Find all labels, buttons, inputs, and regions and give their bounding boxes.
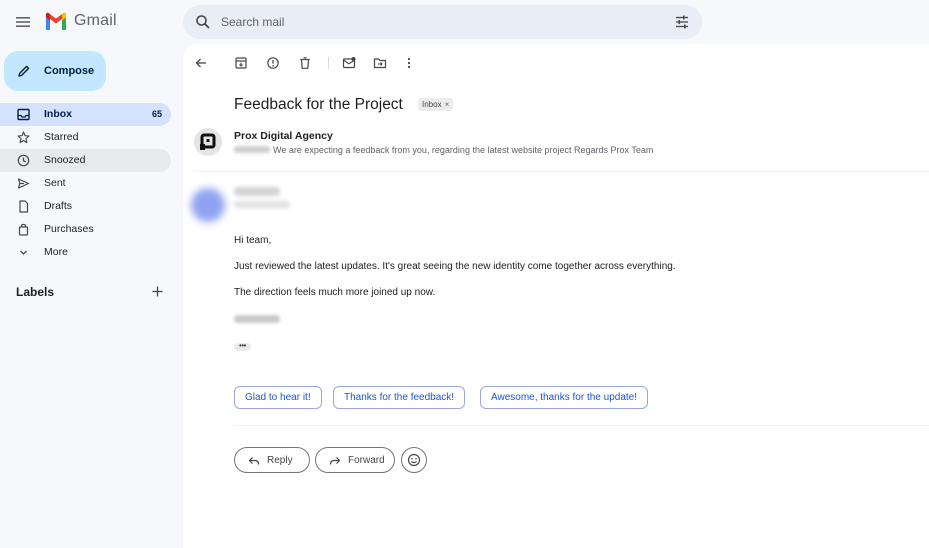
message-greeting: Hi team, — [234, 235, 272, 246]
forward-label: Forward — [348, 455, 385, 466]
redacted-signature — [234, 315, 280, 323]
gmail-logo-icon[interactable] — [44, 12, 68, 32]
message-snippet[interactable]: We are expecting a feedback from you, re… — [273, 145, 653, 155]
reply-divider — [234, 425, 929, 426]
chip-label: Inbox — [422, 100, 442, 109]
inbox-label-chip[interactable]: Inbox × — [418, 98, 454, 111]
sidebar-item-inbox[interactable]: Inbox 65 — [0, 103, 171, 126]
sidebar-nav: Inbox 65 Starred Snoozed Sent Drafts Pur — [0, 103, 171, 264]
sidebar-item-label: Starred — [44, 131, 79, 143]
compose-button[interactable]: Compose — [4, 51, 106, 91]
smart-reply-button[interactable]: Awesome, thanks for the update! — [480, 386, 649, 409]
show-trimmed-content-button[interactable]: ••• — [234, 342, 251, 351]
forward-button[interactable]: Forward — [315, 447, 395, 473]
sidebar-item-label: Sent — [44, 177, 66, 189]
mark-unread-icon[interactable] — [342, 56, 356, 70]
sidebar-item-drafts[interactable]: Drafts — [0, 195, 171, 218]
inbox-icon — [17, 108, 30, 121]
back-arrow-icon[interactable] — [194, 56, 208, 70]
smiley-icon — [407, 453, 421, 467]
sidebar-item-starred[interactable]: Starred — [0, 126, 171, 149]
emoji-reaction-button[interactable] — [401, 447, 427, 473]
smart-reply-button[interactable]: Thanks for the feedback! — [333, 386, 466, 409]
prox-logo-icon — [194, 128, 222, 156]
clock-icon — [17, 154, 30, 167]
message-body-line: Just reviewed the latest updates. It's g… — [234, 261, 676, 272]
search-icon[interactable] — [195, 14, 211, 30]
reply-label: Reply — [267, 455, 293, 466]
draft-icon — [19, 200, 29, 213]
message-pane: Feedback for the Project Inbox × Prox Di… — [183, 44, 929, 548]
forward-icon — [329, 457, 341, 465]
report-spam-icon[interactable] — [266, 56, 280, 70]
sidebar-item-sent[interactable]: Sent — [0, 172, 171, 195]
sidebar-item-purchases[interactable]: Purchases — [0, 218, 171, 241]
reply-avatar[interactable] — [191, 188, 225, 222]
remove-label-icon[interactable]: × — [445, 98, 450, 111]
pencil-icon — [18, 65, 30, 77]
star-icon — [17, 131, 30, 144]
search-bar[interactable] — [183, 5, 702, 39]
sender-avatar[interactable] — [194, 128, 222, 156]
message-body-line: The direction feels much more joined up … — [234, 287, 436, 298]
search-options-icon[interactable] — [674, 14, 690, 30]
sidebar-item-more[interactable]: More — [0, 241, 171, 264]
smart-reply-button[interactable]: Glad to hear it! — [234, 386, 322, 409]
sidebar-item-snoozed[interactable]: Snoozed — [0, 149, 171, 172]
delete-icon[interactable] — [298, 56, 312, 70]
sidebar-item-label: Inbox — [44, 108, 72, 120]
unread-count: 65 — [151, 109, 162, 119]
sidebar-item-label: Drafts — [44, 200, 73, 212]
sidebar-item-label: More — [44, 246, 68, 258]
reply-button[interactable]: Reply — [234, 447, 310, 473]
top-bar: Gmail — [0, 0, 929, 44]
email-subject: Feedback for the Project — [234, 96, 403, 113]
redacted-sender-name — [234, 187, 280, 196]
message-divider — [194, 171, 929, 172]
sidebar-item-label: Purchases — [44, 223, 94, 235]
sidebar-item-label: Snoozed — [44, 154, 86, 166]
sender-name[interactable]: Prox Digital Agency — [234, 130, 333, 142]
toolbar-divider — [328, 57, 329, 69]
menu-icon[interactable] — [14, 13, 32, 31]
redacted-recipient — [234, 146, 270, 153]
chevron-down-icon — [20, 250, 27, 255]
redacted-sender-meta — [234, 201, 290, 208]
add-label-icon[interactable] — [151, 285, 164, 298]
app-name[interactable]: Gmail — [74, 12, 117, 30]
bag-icon — [18, 223, 29, 236]
more-vertical-icon[interactable] — [402, 56, 416, 70]
search-input[interactable] — [221, 5, 641, 39]
move-to-icon[interactable] — [373, 56, 387, 70]
labels-heading: Labels — [16, 285, 55, 299]
send-icon — [17, 178, 30, 189]
reply-icon — [248, 457, 260, 465]
archive-icon[interactable] — [234, 56, 248, 70]
compose-label: Compose — [44, 65, 95, 77]
